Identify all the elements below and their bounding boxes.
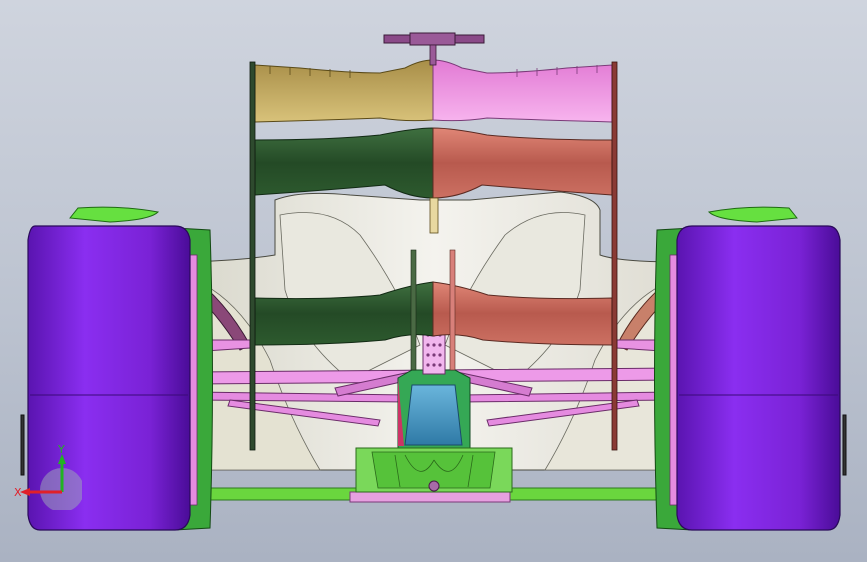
rear-wing-mainplane: [254, 127, 613, 199]
diffuser: [355, 447, 513, 493]
rear-wing-flap: [254, 59, 613, 123]
right-rear-wheel: [654, 206, 841, 531]
y-axis-label: Y: [57, 443, 65, 456]
axis-triad: Y X: [12, 440, 84, 512]
f1-car-rear-view-model[interactable]: [0, 0, 867, 562]
x-axis-label: X: [14, 486, 22, 499]
cad-viewport[interactable]: Y X: [0, 0, 867, 562]
crash-structure: [397, 369, 471, 449]
